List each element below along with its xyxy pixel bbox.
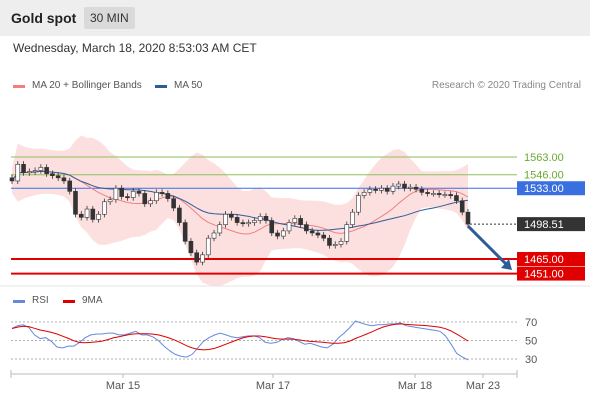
candle-body bbox=[298, 218, 303, 225]
candle-body bbox=[182, 222, 188, 242]
candle-body bbox=[32, 170, 38, 173]
candle-body bbox=[130, 191, 136, 198]
candle-body bbox=[73, 191, 78, 215]
candle-body bbox=[465, 211, 471, 225]
candle-body bbox=[165, 193, 171, 199]
candle-body bbox=[327, 237, 332, 246]
candle-body bbox=[286, 222, 292, 232]
rsi-level-label-70: 70 bbox=[525, 317, 537, 329]
candle-body bbox=[61, 177, 67, 182]
candle-body bbox=[194, 252, 200, 263]
candle-body bbox=[148, 200, 153, 205]
candle-body bbox=[21, 163, 26, 173]
rsi-level-label-30: 30 bbox=[525, 354, 537, 366]
candle-body bbox=[96, 213, 101, 220]
candle-body bbox=[113, 187, 119, 200]
level-label-1546.00: 1546.00 bbox=[524, 170, 564, 182]
candle-body bbox=[384, 187, 390, 192]
level-label-1498.51: 1498.51 bbox=[524, 219, 564, 231]
candle-body bbox=[373, 188, 378, 191]
level-label-1563.00: 1563.00 bbox=[524, 152, 564, 164]
candle-body bbox=[332, 244, 338, 246]
x-tick-label: Mar 23 bbox=[466, 380, 500, 392]
candle-body bbox=[142, 193, 148, 205]
candle-body bbox=[188, 241, 194, 254]
candle-body bbox=[55, 175, 61, 179]
candle-body bbox=[431, 193, 436, 195]
candle-body bbox=[321, 234, 326, 239]
candle-body bbox=[252, 220, 257, 223]
candle-body bbox=[246, 222, 251, 225]
candle-body bbox=[304, 224, 309, 232]
candle-body bbox=[38, 167, 44, 171]
x-tick-label: Mar 17 bbox=[256, 380, 290, 392]
level-label-1533.00: 1533.00 bbox=[524, 183, 564, 195]
candle-body bbox=[292, 218, 298, 223]
candle-body bbox=[436, 193, 442, 195]
candle-body bbox=[240, 222, 246, 225]
x-tick-label: Mar 15 bbox=[106, 380, 140, 392]
candle-body bbox=[280, 230, 286, 237]
candle-body bbox=[171, 198, 176, 209]
candle-body bbox=[119, 187, 124, 197]
bollinger-band bbox=[12, 135, 468, 287]
candle-body bbox=[125, 196, 130, 199]
candle-body bbox=[309, 230, 315, 234]
projection-arrow bbox=[466, 225, 510, 268]
candle-body bbox=[229, 213, 234, 218]
candle-body bbox=[275, 232, 280, 237]
level-label-1465.00: 1465.00 bbox=[524, 254, 564, 266]
candle-body bbox=[390, 185, 396, 192]
candle-body bbox=[27, 171, 32, 174]
candle-body bbox=[107, 199, 113, 203]
candle-body bbox=[90, 208, 96, 220]
candle-body bbox=[379, 187, 384, 191]
candle-body bbox=[154, 192, 159, 202]
candle-body bbox=[454, 195, 459, 202]
level-label-1451.00: 1451.00 bbox=[524, 269, 564, 281]
candle-body bbox=[177, 207, 182, 223]
candle-body bbox=[459, 200, 465, 213]
candle-body bbox=[315, 232, 321, 236]
candle-body bbox=[407, 186, 413, 189]
candle-body bbox=[361, 192, 367, 196]
candle-body bbox=[419, 188, 425, 193]
candle-body bbox=[9, 177, 15, 182]
candle-body bbox=[413, 186, 419, 190]
price-chart: 1563.00 1546.001533.00 1498.51 1465.00 1451.… bbox=[0, 135, 590, 392]
candle-body bbox=[205, 237, 211, 256]
candle-body bbox=[217, 224, 223, 234]
candle-body bbox=[269, 220, 275, 234]
x-tick-label: Mar 18 bbox=[398, 380, 432, 392]
candle-body bbox=[442, 194, 448, 196]
candle-body bbox=[67, 180, 73, 192]
candle-body bbox=[350, 211, 355, 225]
candle-body bbox=[263, 216, 269, 221]
candle-body bbox=[396, 183, 402, 187]
candle-body bbox=[344, 224, 350, 242]
candle-body bbox=[211, 232, 217, 239]
candle-body bbox=[44, 167, 49, 174]
candle-body bbox=[136, 191, 142, 194]
candle-body bbox=[448, 194, 453, 196]
candle-body bbox=[356, 195, 361, 213]
candle-body bbox=[367, 188, 373, 193]
candle-body bbox=[84, 208, 90, 218]
candle-body bbox=[234, 217, 240, 223]
candle-body bbox=[50, 173, 55, 177]
candle-body bbox=[102, 201, 107, 215]
candle-body bbox=[425, 192, 430, 194]
candle-body bbox=[200, 254, 205, 263]
rsi-level-label-50: 50 bbox=[525, 336, 537, 348]
candle-body bbox=[257, 216, 263, 221]
candle-body bbox=[338, 241, 344, 245]
candle-body bbox=[159, 192, 165, 194]
candle-body bbox=[223, 213, 228, 225]
candle-body bbox=[78, 213, 84, 218]
candle-body bbox=[15, 163, 21, 182]
candle-body bbox=[402, 183, 407, 189]
